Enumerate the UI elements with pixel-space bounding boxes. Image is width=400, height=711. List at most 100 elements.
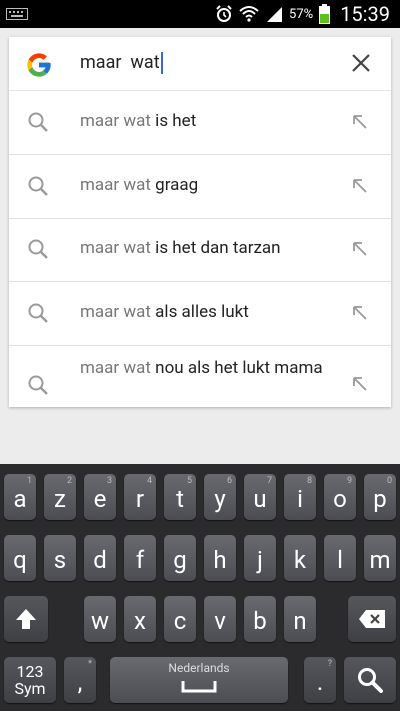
key-label: r [135, 485, 145, 513]
wifi-icon [239, 6, 259, 22]
key-label: u [253, 485, 267, 513]
key-label: w [90, 607, 110, 635]
suggestion-text: maar wat als alles lukt [80, 302, 330, 323]
key-hint: 6 [226, 476, 232, 486]
space-key[interactable]: Nederlands [110, 657, 288, 703]
suggestion-prefix: maar wat [80, 358, 151, 378]
key-y[interactable]: 6y [204, 474, 236, 520]
search-icon [28, 112, 48, 132]
suggestion-item[interactable]: maar wat nou als het lukt mama [9, 345, 391, 408]
backspace-icon [359, 610, 385, 628]
suggestion-completion: graag [150, 174, 199, 195]
key-v[interactable]: v [204, 596, 236, 642]
key-f[interactable]: f [124, 535, 156, 581]
status-bar: 57% 15:39 [0, 0, 400, 28]
key-label: d [93, 546, 107, 574]
key-hint: ? [327, 659, 332, 669]
symbols-key[interactable]: 123 Sym [4, 657, 56, 703]
key-s[interactable]: s [44, 535, 76, 581]
search-input[interactable]: maar wat [80, 52, 163, 75]
search-key[interactable] [344, 657, 396, 703]
insert-suggestion-arrow-icon[interactable] [351, 113, 369, 131]
key-k[interactable]: k [284, 535, 316, 581]
key-b[interactable]: b [244, 596, 276, 642]
key-p[interactable]: 0p [364, 474, 396, 520]
keyboard-indicator-icon [6, 8, 28, 20]
key-d[interactable]: d [84, 535, 116, 581]
key-hint: 0 [386, 476, 392, 486]
key-hint: 8 [306, 476, 312, 486]
suggestion-item[interactable]: maar wat is het [9, 91, 391, 155]
space-icon [181, 681, 217, 693]
clock: 15:39 [340, 2, 390, 26]
battery-percentage: 57% [289, 6, 314, 22]
key-j[interactable]: j [244, 535, 276, 581]
key-r[interactable]: 4r [124, 474, 156, 520]
key-q[interactable]: q [4, 535, 36, 581]
suggestion-text: maar wat graag [80, 175, 330, 196]
key-h[interactable]: h [204, 535, 236, 581]
key-g[interactable]: g [164, 535, 196, 581]
insert-suggestion-arrow-icon[interactable] [351, 240, 369, 258]
backspace-key[interactable] [348, 596, 396, 642]
key-hint: 5 [186, 476, 192, 486]
key-hint: 2 [66, 476, 72, 486]
space-language-label: Nederlands [168, 661, 230, 675]
comma-key[interactable]: *, [64, 657, 96, 703]
search-icon [358, 668, 383, 693]
search-icon [28, 303, 48, 323]
suggestion-prefix: maar wat [80, 301, 151, 322]
key-l[interactable]: l [324, 535, 356, 581]
key-n[interactable]: n [284, 596, 316, 642]
search-panel: maar wat maar wat is het maar wat graag ma… [9, 37, 391, 407]
key-u[interactable]: 7u [244, 474, 276, 520]
key-label: s [53, 546, 67, 574]
suggestion-prefix: maar wat [80, 174, 151, 195]
key-o[interactable]: 9o [324, 474, 356, 520]
suggestion-item[interactable]: maar wat graag [9, 155, 391, 219]
text-cursor [160, 52, 163, 75]
insert-suggestion-arrow-icon[interactable] [351, 304, 369, 322]
shift-key[interactable] [4, 596, 48, 642]
key-w[interactable]: w [84, 596, 116, 642]
key-label: j [257, 546, 263, 574]
suggestion-completion: nou als het lukt mama [150, 358, 323, 378]
key-label: n [293, 607, 307, 635]
suggestion-prefix: maar wat [80, 111, 151, 131]
search-box[interactable]: maar wat [9, 37, 391, 91]
suggestion-completion: als alles lukt [150, 301, 249, 322]
key-z[interactable]: 2z [44, 474, 76, 520]
google-logo-icon [27, 53, 51, 77]
key-label: p [373, 485, 387, 513]
key-label: z [54, 485, 66, 513]
key-label: y [214, 485, 226, 513]
key-a[interactable]: 1a [4, 474, 36, 520]
key-label: i [297, 485, 303, 513]
key-label: v [214, 607, 226, 635]
key-x[interactable]: x [124, 596, 156, 642]
suggestion-item[interactable]: maar wat is het dan tarzan [9, 218, 391, 282]
key-label: 123 Sym [14, 662, 46, 698]
key-e[interactable]: 3e [84, 474, 116, 520]
key-label: x [134, 607, 146, 635]
key-m[interactable]: m [364, 535, 396, 581]
close-icon[interactable] [351, 53, 371, 73]
key-t[interactable]: 5t [164, 474, 196, 520]
alarm-icon [216, 5, 232, 22]
key-hint: 9 [346, 476, 352, 486]
search-icon [28, 176, 48, 196]
shift-icon [16, 609, 36, 629]
insert-suggestion-arrow-icon[interactable] [351, 375, 369, 393]
battery-icon [319, 4, 331, 24]
suggestion-item[interactable]: maar wat als alles lukt [9, 282, 391, 346]
key-hint: 4 [146, 476, 152, 486]
key-label: t [176, 485, 184, 513]
key-label: b [253, 607, 267, 635]
key-i[interactable]: 8i [284, 474, 316, 520]
keyboard: 1 a 2 z 3 e 4 r 5 t 6 y 7 u 8 i 9 o 0 p q s d f g h j k l m w x c v b n 123 … [0, 464, 400, 711]
insert-suggestion-arrow-icon[interactable] [351, 177, 369, 195]
period-key[interactable]: ?. [304, 657, 336, 703]
key-c[interactable]: c [164, 596, 196, 642]
key-hint: 3 [106, 476, 112, 486]
suggestion-text: maar wat is het [80, 111, 330, 132]
